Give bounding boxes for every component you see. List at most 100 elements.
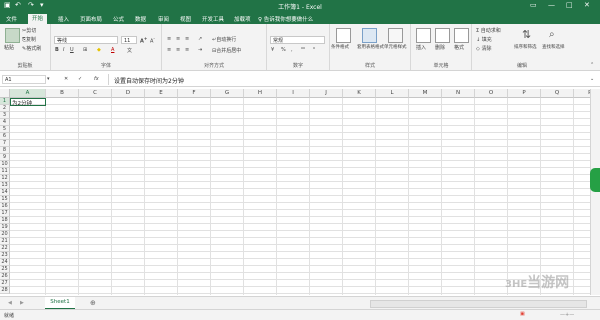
collapse-ribbon-icon[interactable]: ⌃ [590,62,594,68]
decrease-decimal-icon[interactable]: ⁰ [313,47,315,53]
column-header-i[interactable]: I [277,89,310,98]
delete-cells-button[interactable]: 删除 [435,44,445,51]
format-cells-button[interactable]: 格式 [454,44,464,51]
align-left-icon[interactable]: ≡ [167,47,171,53]
expand-formula-icon[interactable]: ⌄ [590,76,594,82]
comma-icon[interactable]: , [291,47,293,53]
worksheet-grid[interactable]: ABCDEFGHIJKLMNOPQR 123456789101112131415… [0,89,590,295]
middle-align-icon[interactable]: ≡ [176,36,180,42]
cut-button[interactable]: ✂剪切 [22,27,36,34]
fill-button[interactable]: ↓ 填充 [476,36,492,43]
column-header-d[interactable]: D [112,89,145,98]
row-header-24[interactable]: 24 [0,259,10,266]
next-sheet-icon[interactable]: ▶ [20,300,24,306]
italic-button[interactable]: I [63,47,64,53]
tab-home[interactable]: 开始 [28,14,48,24]
vertical-scrollbar[interactable] [590,89,600,295]
horizontal-scrollbar[interactable] [370,300,587,308]
column-header-p[interactable]: P [508,89,541,98]
row-header-13[interactable]: 13 [0,182,10,189]
view-mode-icon[interactable]: ▣ [520,311,525,317]
column-header-f[interactable]: F [178,89,211,98]
row-header-28[interactable]: 28 [0,287,10,294]
column-header-l[interactable]: L [376,89,409,98]
minimize-icon[interactable]: — [548,1,555,9]
find-select-button[interactable]: 查找和选择 [542,44,565,50]
format-painter-button[interactable]: ✎格式刷 [22,45,41,52]
fill-color-icon[interactable]: ◆ [97,47,101,53]
increase-decimal-icon[interactable]: ⁰⁰ [301,47,305,53]
row-header-15[interactable]: 15 [0,196,10,203]
column-header-q[interactable]: Q [541,89,574,98]
grow-font-icon[interactable]: A+ [140,36,147,45]
tab-insert[interactable]: 插入 [58,15,69,23]
row-header-3[interactable]: 3 [0,112,10,119]
column-header-b[interactable]: B [46,89,79,98]
column-header-g[interactable]: G [211,89,244,98]
format-as-table-button[interactable]: 套用表格格式 [357,44,384,50]
row-header-23[interactable]: 23 [0,252,10,259]
clear-button[interactable]: ◇ 清除 [476,45,491,52]
tell-me-box[interactable]: ♀ 告诉我你想要做什么 [258,15,313,23]
tab-file[interactable]: 文件 [6,15,17,23]
currency-icon[interactable]: ¥ [271,47,274,53]
row-header-22[interactable]: 22 [0,245,10,252]
formula-input[interactable]: 设置自动保存时间为2分钟 [114,76,184,85]
indent-icon[interactable]: ⇥ [198,47,202,53]
tab-addins[interactable]: 加载项 [234,15,251,23]
side-float-tab[interactable] [590,168,600,192]
autosum-button[interactable]: Σ 自动求和 [476,27,501,34]
maximize-icon[interactable]: □ [566,1,573,9]
row-header-17[interactable]: 17 [0,210,10,217]
cancel-entry-icon[interactable]: ✕ [64,76,68,82]
row-header-7[interactable]: 7 [0,140,10,147]
cell-styles-button[interactable]: 单元格样式 [384,44,407,50]
insert-cells-button[interactable]: 插入 [416,44,426,51]
row-header-10[interactable]: 10 [0,161,10,168]
column-header-a[interactable]: A [10,89,46,98]
add-sheet-icon[interactable]: ⊕ [90,299,96,307]
row-header-1[interactable]: 1 [0,98,10,105]
confirm-entry-icon[interactable]: ✓ [78,76,82,82]
insert-function-button[interactable]: fx [94,76,99,82]
tab-review[interactable]: 审阅 [158,15,169,23]
active-cell-a1[interactable]: 为2分钟 [10,98,46,107]
font-name-select[interactable]: 等线 [54,36,118,44]
name-box[interactable]: A1 [2,75,46,84]
orientation-icon[interactable]: ↗ [198,36,202,42]
underline-button[interactable]: U [70,47,74,53]
merge-center-button[interactable]: ⊟合并后居中 [212,47,241,54]
tab-view[interactable]: 视图 [180,15,191,23]
font-size-select[interactable]: 11 [121,36,137,44]
row-header-25[interactable]: 25 [0,266,10,273]
tab-data[interactable]: 数据 [135,15,146,23]
conditional-format-button[interactable]: 条件格式 [331,44,349,50]
tab-formulas[interactable]: 公式 [113,15,124,23]
column-header-n[interactable]: N [442,89,475,98]
border-icon[interactable]: ⊞ [83,47,87,53]
tab-page-layout[interactable]: 页面布局 [80,15,102,23]
phonetic-icon[interactable]: 文 [127,47,132,54]
column-header-o[interactable]: O [475,89,508,98]
column-header-h[interactable]: H [244,89,277,98]
top-align-icon[interactable]: ≡ [167,36,171,42]
row-header-8[interactable]: 8 [0,147,10,154]
align-right-icon[interactable]: ≡ [185,47,189,53]
row-header-16[interactable]: 16 [0,203,10,210]
zoom-slider[interactable]: —+— [560,312,574,318]
row-header-5[interactable]: 5 [0,126,10,133]
row-header-14[interactable]: 14 [0,189,10,196]
column-header-m[interactable]: M [409,89,442,98]
bold-button[interactable]: B [55,47,59,53]
select-all-corner[interactable] [0,89,10,98]
wrap-text-button[interactable]: ↵自动换行 [212,36,236,43]
bottom-align-icon[interactable]: ≡ [185,36,189,42]
number-format-select[interactable]: 常规 [270,36,325,44]
row-header-12[interactable]: 12 [0,175,10,182]
row-header-4[interactable]: 4 [0,119,10,126]
row-header-26[interactable]: 26 [0,273,10,280]
ribbon-display-icon[interactable]: ▭ [530,1,537,9]
row-header-9[interactable]: 9 [0,154,10,161]
row-header-21[interactable]: 21 [0,238,10,245]
shrink-font-icon[interactable]: A- [150,36,155,45]
